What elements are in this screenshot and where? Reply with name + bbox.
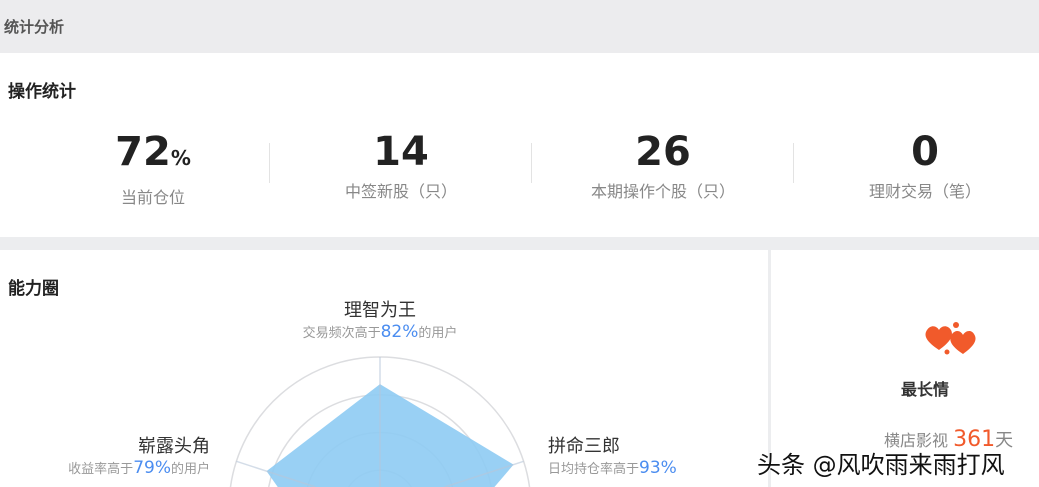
axis-desc: 收益率高于 — [68, 462, 134, 477]
axis-name: 崭露头角 — [138, 436, 210, 457]
stat-label: 当前仓位 — [120, 188, 185, 207]
stat-unit: % — [170, 146, 191, 170]
axis-percent: 82% — [380, 322, 419, 342]
axis-desc: 的用户 — [418, 326, 458, 341]
stat-ipo[interactable]: 14 中签新股（只） — [270, 128, 532, 202]
watermark: 头条 @风吹雨来雨打风 — [757, 451, 1005, 479]
radar-area — [266, 384, 514, 487]
hearts-icon — [925, 322, 976, 355]
stat-position[interactable]: 72% 当前仓位 — [22, 128, 284, 208]
stat-stocks[interactable]: 26 本期操作个股（只） — [532, 128, 794, 202]
axis-name: 理智为王 — [344, 300, 416, 321]
axis-percent: 79% — [133, 458, 171, 478]
axis-desc: 的用户 — [170, 462, 210, 477]
section-title: 操作统计 — [8, 82, 76, 102]
axis-name: 拼命三郎 — [548, 436, 620, 457]
stat-label: 理财交易（笔） — [868, 182, 981, 201]
ability-panel: 能力圈 理智为王 交易频次高于82%的用户 拼命三郎 日均持仓率高于93% 崭露… — [0, 250, 768, 487]
axis-label-hardworking: 拼命三郎 日均持仓率高于93% — [548, 432, 677, 478]
page-title: 统计分析 — [4, 18, 65, 36]
stat-label: 本期操作个股（只） — [590, 182, 735, 201]
axis-label-rational: 理智为王 交易频次高于82%的用户 — [280, 296, 480, 342]
stat-value: 14 — [373, 129, 429, 175]
stat-value: 26 — [635, 129, 691, 175]
longest-title: 最长情 — [900, 380, 949, 399]
page-header: 统计分析 — [0, 0, 1039, 53]
axis-label-emerging: 崭露头角 收益率高于79%的用户 — [10, 432, 210, 478]
axis-percent: 93% — [639, 458, 677, 478]
stat-value: 0 — [911, 129, 939, 175]
stat-finance[interactable]: 0 理财交易（笔） — [794, 128, 1039, 202]
operation-stats-panel: 操作统计 72% 当前仓位 14 中签新股（只） 26 本期操作个股（只） 0 理财交易… — [0, 53, 1039, 237]
stat-label: 中签新股（只） — [344, 182, 457, 201]
stat-value: 72 — [115, 129, 171, 175]
axis-desc: 日均持仓率高于 — [548, 462, 640, 477]
axis-desc: 交易频次高于 — [302, 326, 381, 341]
